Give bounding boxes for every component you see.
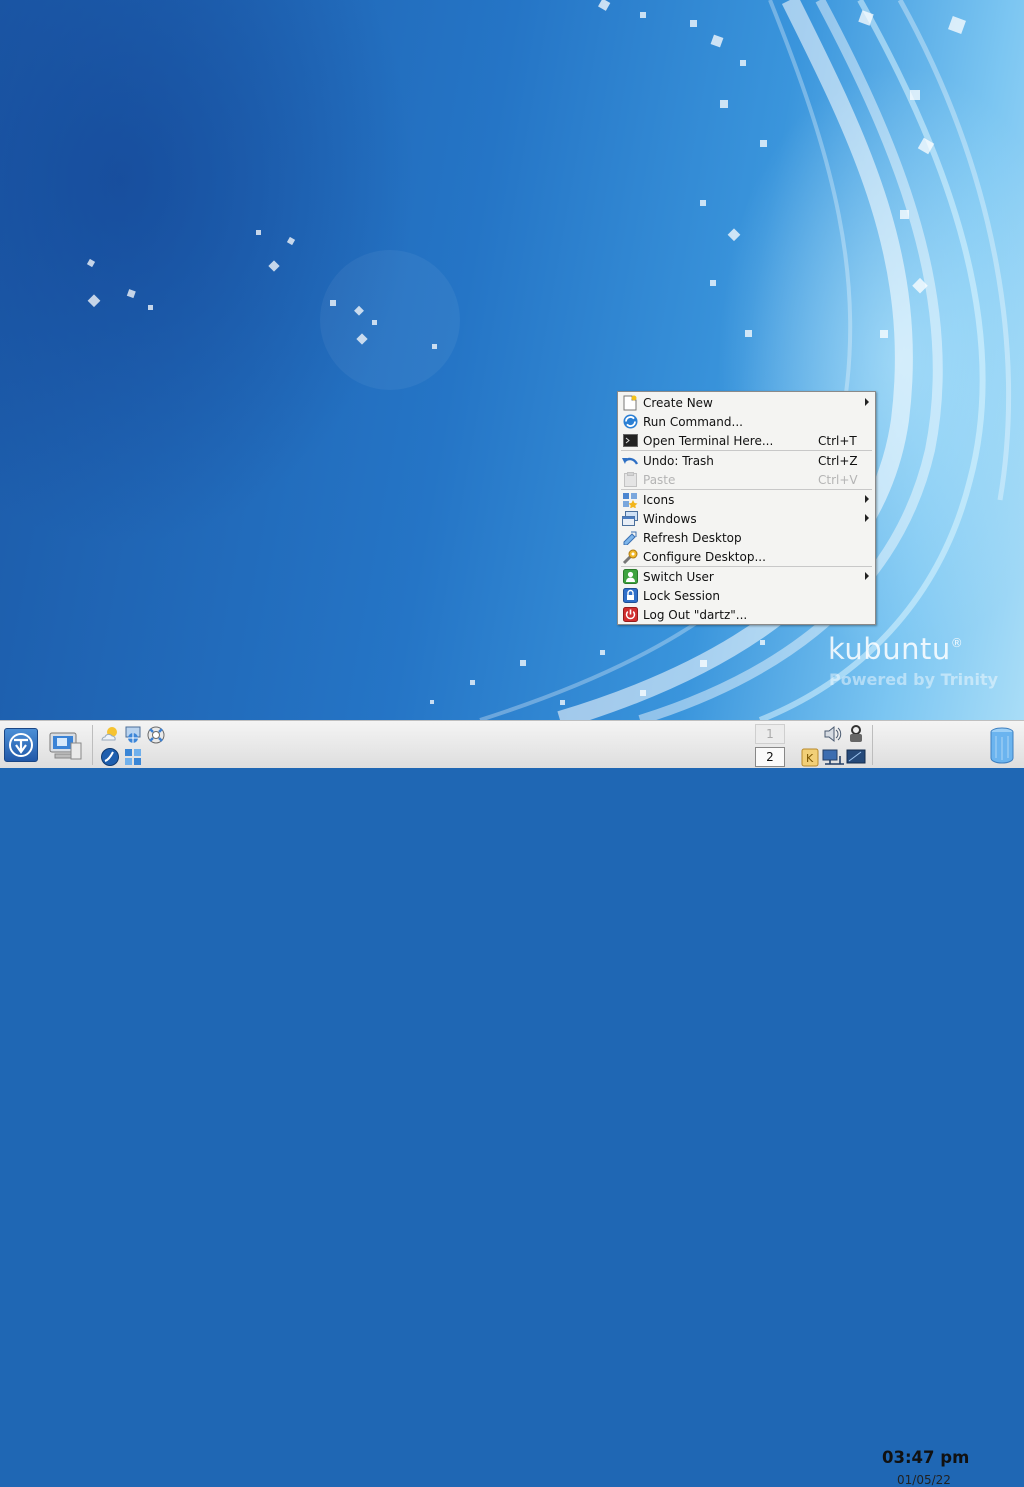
tray-network[interactable] [822,747,845,767]
menu-item-label: Switch User [643,569,714,584]
tray-display[interactable] [846,747,866,767]
menu-item-label: Log Out "dartz"... [643,607,748,622]
quick-launch-help[interactable] [146,725,166,745]
refresh-icon [622,530,638,546]
show-desktop-button[interactable] [47,731,83,761]
menu-item-lock-session[interactable]: Lock Session [618,586,875,605]
tray-password-manager[interactable] [846,724,866,744]
menu-item-undo-trash[interactable]: Undo: Trash Ctrl+Z [618,451,875,470]
menu-item-configure-desktop[interactable]: Configure Desktop... [618,547,875,566]
kubuntu-logo: kubuntu® [828,632,963,666]
undo-icon [622,453,638,469]
menu-item-windows[interactable]: Windows [618,509,875,528]
submenu-arrow-icon [865,572,869,580]
display-monitor-icon [846,749,866,764]
menu-item-label: Lock Session [643,588,720,603]
pager-desktop-label: 1 [766,727,774,741]
menu-item-label: Windows [643,511,697,526]
web-browser-icon [101,748,119,766]
menu-item-shortcut: Ctrl+T [818,433,857,448]
switch-user-icon [622,569,638,585]
weather-icon [101,727,117,741]
trash-bin-icon [990,727,1014,764]
clock-date: 01/05/22 [897,1473,951,1487]
menu-item-paste[interactable]: Paste Ctrl+V [618,470,875,489]
menu-item-shortcut: Ctrl+Z [818,453,858,468]
pager-desktop-1[interactable]: 1 [755,724,785,744]
help-lifebuoy-icon [147,726,165,744]
trinity-logo-icon [9,733,33,757]
desktop-computer-icon [49,732,82,760]
menu-item-run-command[interactable]: Run Command... [618,412,875,431]
trash-button[interactable] [988,726,1016,764]
menu-item-label: Icons [643,492,675,507]
new-file-icon [622,395,638,411]
brand-tagline: Powered by Trinity [829,670,999,689]
taskbar-separator [92,725,93,765]
paste-icon [622,472,638,488]
menu-item-shortcut: Ctrl+V [818,472,858,487]
taskbar: 1 2 K 03:47 pm 01/05/22 [0,720,1024,1487]
desktop-context-menu: Create New Run Command... Open Terminal … [617,391,876,625]
menu-item-label: Create New [643,395,713,410]
submenu-arrow-icon [865,495,869,503]
clock-time: 03:47 pm [882,1448,970,1467]
quick-launch-weather[interactable] [100,725,120,745]
run-command-icon [622,414,638,430]
quick-launch-network[interactable] [123,725,143,745]
pager-desktop-2[interactable]: 2 [755,747,785,767]
file-manager-icon [125,749,141,765]
pager-desktop-label: 2 [766,750,774,764]
icons-icon [622,492,638,508]
submenu-arrow-icon [865,514,869,522]
network-icon [125,726,141,743]
menu-item-refresh-desktop[interactable]: Refresh Desktop [618,528,875,547]
start-menu-button[interactable] [4,728,38,762]
svg-text:K: K [806,752,814,765]
tray-package-updates[interactable]: K [800,747,820,767]
tray-volume[interactable] [823,724,843,744]
submenu-arrow-icon [865,398,869,406]
key-icon [850,725,862,742]
lock-icon [622,588,638,604]
logout-icon [622,607,638,623]
menu-item-label: Refresh Desktop [643,530,742,545]
menu-item-switch-user[interactable]: Switch User [618,567,875,586]
configure-icon [622,549,638,565]
menu-item-icons[interactable]: Icons [618,490,875,509]
network-connection-icon [822,749,845,765]
menu-item-open-terminal[interactable]: Open Terminal Here... Ctrl+T [618,431,875,450]
registered-mark: ® [950,636,964,650]
quick-launch-browser[interactable] [100,747,120,767]
terminal-icon [622,433,638,449]
volume-speaker-icon [824,725,842,743]
taskbar-separator [872,725,873,765]
package-updates-icon: K [801,748,819,767]
brand-name: kubuntu [828,632,951,666]
quick-launch-file-manager[interactable] [123,747,143,767]
windows-icon [622,511,638,527]
menu-item-label: Run Command... [643,414,743,429]
menu-item-label: Configure Desktop... [643,549,766,564]
menu-item-log-out[interactable]: Log Out "dartz"... [618,605,875,624]
menu-item-create-new[interactable]: Create New [618,393,875,412]
